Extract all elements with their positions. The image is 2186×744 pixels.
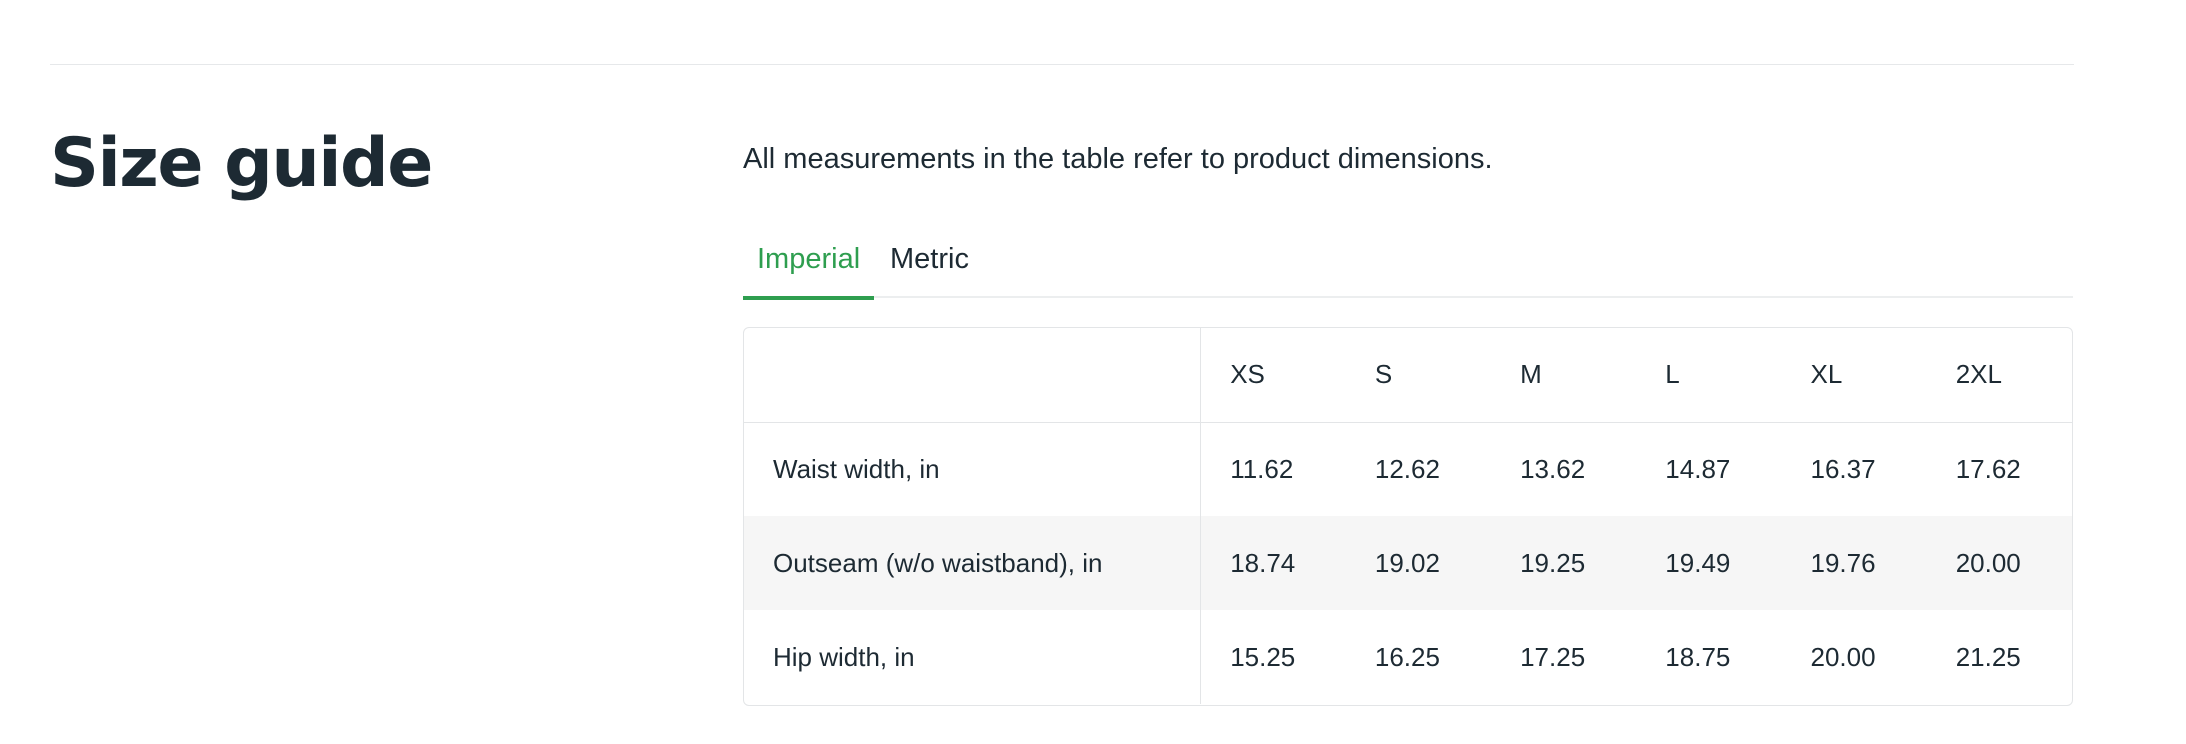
table-cell: 19.76 [1810, 547, 1876, 578]
table-cell: 19.02 [1374, 547, 1440, 578]
table-cell: 16.37 [1810, 453, 1876, 484]
table-cell: 14.87 [1665, 453, 1731, 484]
divider [50, 64, 2074, 65]
header-size-xs: XS [1200, 328, 1346, 423]
table-cell: 17.62 [1955, 453, 2021, 484]
table-cell: 19.49 [1665, 547, 1731, 578]
size-table: XS S M L XL 2XL Waist width, in 11.62 12… [743, 327, 2073, 706]
table-cell: 13.62 [1520, 453, 1586, 484]
header-size-2xl: 2XL [1926, 328, 2072, 423]
table-row: Waist width, in 11.62 12.62 13.62 14.87 … [744, 422, 2072, 516]
page-title: Size guide [50, 124, 433, 203]
table-cell: 17.25 [1520, 641, 1586, 672]
table-cell: 12.62 [1374, 453, 1440, 484]
header-size-xl: XL [1781, 328, 1927, 423]
table-header-row: XS S M L XL 2XL [744, 328, 2072, 423]
header-size-s: S [1345, 328, 1492, 423]
table-cell: 16.25 [1374, 641, 1440, 672]
table-row: Hip width, in 15.25 16.25 17.25 18.75 20… [744, 610, 2072, 704]
table-cell: 18.74 [1230, 547, 1296, 578]
table-row: Outseam (w/o waistband), in 18.74 19.02 … [744, 516, 2072, 610]
table-cell: 21.25 [1955, 641, 2021, 672]
table-cell: 11.62 [1230, 453, 1294, 484]
row-label: Outseam (w/o waistband), in [744, 516, 1202, 610]
header-size-l: L [1636, 328, 1782, 423]
header-size-m: M [1491, 328, 1637, 423]
intro-text: All measurements in the table refer to p… [743, 143, 1493, 175]
table-cell: 15.25 [1230, 641, 1296, 672]
table-cell: 18.75 [1665, 641, 1731, 672]
tab-metric[interactable]: Metric [876, 234, 983, 298]
table-cell: 19.25 [1520, 547, 1586, 578]
unit-tabs: Imperial Metric [743, 234, 2073, 300]
tab-imperial[interactable]: Imperial [743, 234, 875, 300]
header-cell-empty [744, 328, 1202, 423]
table-cell: 20.00 [1810, 641, 1876, 672]
table-cell: 20.00 [1955, 547, 2021, 578]
size-guide-page: Size guide All measurements in the table… [0, 0, 2186, 744]
row-label: Waist width, in [744, 422, 1202, 516]
row-label: Hip width, in [744, 610, 1202, 704]
